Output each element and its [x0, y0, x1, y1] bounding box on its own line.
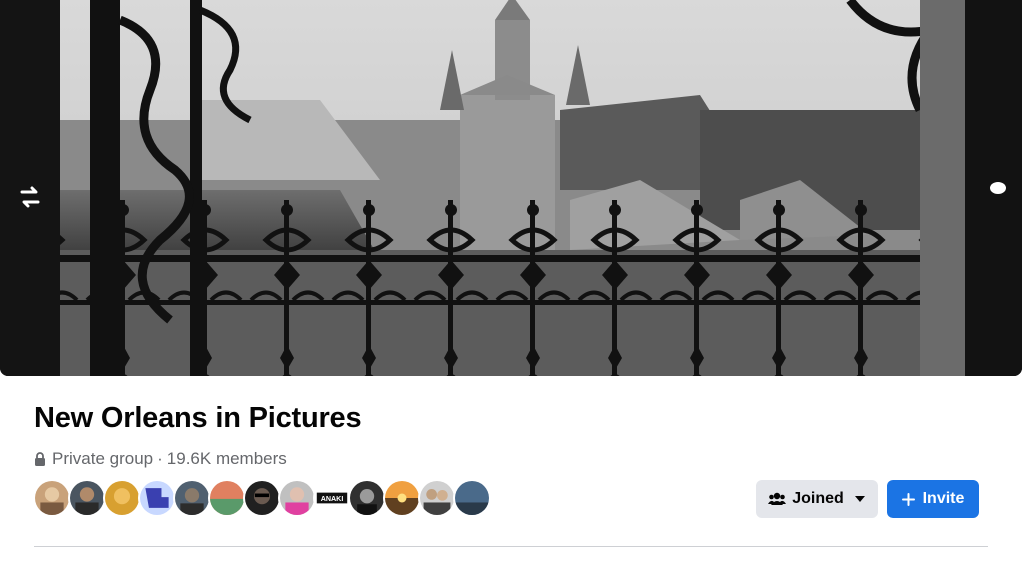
- group-title[interactable]: New Orleans in Pictures: [34, 402, 362, 435]
- cover-photo[interactable]: [0, 0, 1022, 376]
- arrows-swap-icon: [20, 186, 40, 208]
- avatar[interactable]: ANAKI: [313, 479, 351, 517]
- privacy-label[interactable]: Private group: [52, 449, 153, 469]
- meta-separator: ·: [157, 449, 163, 468]
- lock-icon: [35, 452, 45, 466]
- avatar[interactable]: [348, 479, 386, 517]
- member-count[interactable]: 19.6K members: [167, 449, 287, 469]
- avatar-badge-text: ANAKI: [321, 495, 344, 503]
- plus-icon: [901, 492, 915, 506]
- avatar[interactable]: [383, 479, 421, 517]
- avatar[interactable]: [278, 479, 316, 517]
- group-meta: Private group · 19.6K members: [34, 449, 287, 469]
- cover-photo-image: [0, 0, 1022, 376]
- people-icon: [768, 492, 787, 505]
- avatar[interactable]: [243, 479, 281, 517]
- header-divider: [34, 546, 988, 547]
- avatar[interactable]: [103, 479, 141, 517]
- joined-button[interactable]: Joined: [756, 480, 878, 518]
- avatar[interactable]: [208, 479, 246, 517]
- joined-label: Joined: [792, 490, 844, 507]
- invite-label: Invite: [922, 490, 965, 507]
- avatar[interactable]: [453, 479, 491, 517]
- invite-button[interactable]: Invite: [887, 480, 979, 518]
- avatar[interactable]: [33, 479, 71, 517]
- member-avatars: ANAKI: [33, 479, 491, 517]
- camera-blob-icon: [990, 182, 1006, 194]
- avatar[interactable]: [173, 479, 211, 517]
- avatar[interactable]: [418, 479, 456, 517]
- avatar[interactable]: [68, 479, 106, 517]
- caret-down-icon: [854, 496, 865, 502]
- avatar[interactable]: [138, 479, 176, 517]
